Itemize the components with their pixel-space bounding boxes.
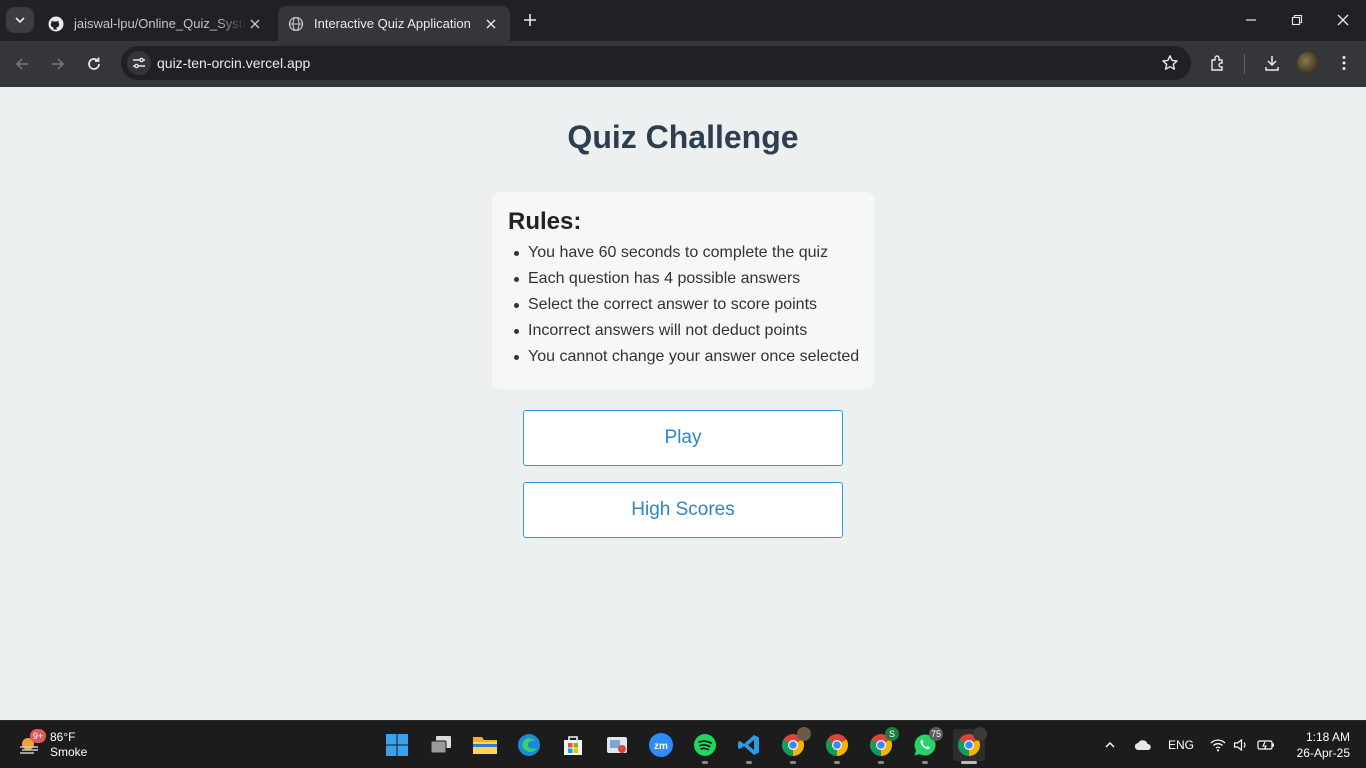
vscode-icon: [738, 735, 759, 755]
chrome-app-active[interactable]: [953, 727, 987, 764]
close-icon[interactable]: [246, 15, 264, 33]
chrome-app-profile-3[interactable]: S: [865, 727, 899, 764]
tab-quiz[interactable]: Interactive Quiz Application: [278, 6, 510, 41]
onedrive-icon[interactable]: [1132, 735, 1154, 755]
play-button[interactable]: Play: [523, 410, 843, 466]
wifi-icon[interactable]: [1209, 735, 1227, 755]
restore-icon: [1291, 14, 1303, 26]
browser-toolbar: quiz-ten-orcin.vercel.app: [0, 41, 1366, 87]
minimize-button[interactable]: [1228, 0, 1274, 40]
active-indicator: [961, 761, 977, 764]
rules-panel: Rules: You have 60 seconds to complete t…: [492, 192, 874, 389]
profile-badge: [797, 727, 811, 741]
task-view-icon: [430, 736, 451, 754]
browser-titlebar: jaiswal-lpu/Online_Quiz_System Interacti…: [0, 0, 1366, 41]
back-button[interactable]: [8, 50, 36, 78]
rules-heading: Rules:: [508, 208, 582, 235]
tab-title: Interactive Quiz Application: [314, 16, 471, 31]
tab-search-button[interactable]: [6, 7, 34, 33]
more-menu-icon[interactable]: [1333, 52, 1355, 74]
edge-app[interactable]: [513, 729, 545, 761]
tab-title: jaiswal-lpu/Online_Quiz_System: [74, 16, 246, 31]
windows-logo-icon: [386, 734, 408, 756]
close-icon: [1337, 14, 1349, 26]
address-bar[interactable]: quiz-ten-orcin.vercel.app: [121, 46, 1191, 80]
arrow-left-icon: [15, 58, 28, 70]
new-tab-button[interactable]: [519, 9, 541, 31]
store-icon: [564, 736, 582, 755]
download-icon[interactable]: [1261, 52, 1283, 74]
restore-button[interactable]: [1274, 0, 1320, 40]
plus-icon: [524, 14, 536, 26]
system-clock[interactable]: 1:18 AM 26-Apr-25: [1288, 729, 1350, 761]
high-scores-button[interactable]: High Scores: [523, 482, 843, 538]
weather-widget[interactable]: 9+ 86°F Smoke: [18, 729, 108, 761]
star-icon[interactable]: [1161, 54, 1179, 72]
reload-icon: [88, 57, 100, 70]
volume-icon[interactable]: [1232, 735, 1250, 755]
zoom-app[interactable]: zm: [645, 729, 677, 761]
snipping-tool-icon: [607, 737, 627, 753]
clock-date: 26-Apr-25: [1296, 746, 1350, 760]
rules-list: You have 60 seconds to complete the quiz…: [508, 240, 859, 370]
language-indicator[interactable]: ENG: [1164, 735, 1198, 755]
globe-icon: [288, 16, 304, 32]
profile-badge: [973, 727, 987, 741]
forward-button[interactable]: [44, 50, 72, 78]
github-icon: [48, 16, 64, 32]
quiz-page: Quiz Challenge Rules: You have 60 second…: [0, 87, 1366, 720]
notification-badge: 75: [928, 727, 943, 741]
spotify-icon: [694, 734, 716, 756]
weather-temp: 86°F: [50, 730, 76, 744]
snipping-tool-app[interactable]: [601, 729, 633, 761]
weather-badge: 9+: [30, 729, 46, 743]
show-hidden-icons[interactable]: [1101, 735, 1119, 755]
chrome-app-profile-1[interactable]: [777, 727, 811, 764]
rule-item: Incorrect answers will not deduct points: [514, 318, 858, 344]
chrome-app-profile-2[interactable]: [821, 729, 853, 764]
vscode-app[interactable]: [733, 729, 765, 764]
page-title: Quiz Challenge: [567, 119, 799, 155]
chrome-icon: [826, 734, 848, 756]
running-indicator: [702, 761, 708, 764]
profile-avatar[interactable]: [1297, 52, 1319, 74]
rule-item: Select the correct answer to score point…: [514, 292, 858, 318]
rule-item: You have 60 seconds to complete the quiz: [514, 240, 858, 266]
chevron-up-icon: [1105, 742, 1115, 748]
arrow-right-icon: [52, 58, 65, 70]
rule-item: Each question has 4 possible answers: [514, 266, 858, 292]
extensions-icon[interactable]: [1207, 52, 1229, 74]
running-indicator: [878, 761, 884, 764]
profile-badge: S: [885, 727, 899, 741]
toolbar-divider: [1244, 54, 1245, 74]
spotify-app[interactable]: [689, 729, 721, 764]
store-app[interactable]: [557, 729, 589, 761]
edge-icon: [518, 734, 540, 756]
weather-condition: Smoke: [50, 745, 88, 759]
start-button[interactable]: [381, 729, 413, 761]
site-settings-icon[interactable]: [127, 51, 151, 75]
tab-github[interactable]: jaiswal-lpu/Online_Quiz_System: [38, 6, 274, 41]
folder-icon: [473, 737, 497, 754]
close-icon[interactable]: [482, 15, 500, 33]
chevron-down-icon: [15, 17, 25, 24]
windows-taskbar: 9+ 86°F Smoke zm S 75 ENG 1:18 AM 26-Apr…: [0, 720, 1366, 768]
task-view-button[interactable]: [425, 729, 457, 761]
battery-icon[interactable]: [1256, 735, 1276, 755]
running-indicator: [790, 761, 796, 764]
svg-text:zm: zm: [654, 741, 668, 752]
clock-time: 1:18 AM: [1305, 730, 1350, 744]
running-indicator: [834, 761, 840, 764]
url-text: quiz-ten-orcin.vercel.app: [157, 55, 311, 71]
running-indicator: [746, 761, 752, 764]
zoom-icon: zm: [649, 733, 673, 757]
whatsapp-app[interactable]: 75: [909, 727, 943, 764]
reload-button[interactable]: [80, 50, 108, 78]
file-explorer-app[interactable]: [469, 729, 501, 761]
rule-item: You cannot change your answer once selec…: [514, 344, 859, 370]
running-indicator: [922, 761, 928, 764]
close-window-button[interactable]: [1320, 0, 1366, 40]
minimize-icon: [1246, 19, 1256, 21]
